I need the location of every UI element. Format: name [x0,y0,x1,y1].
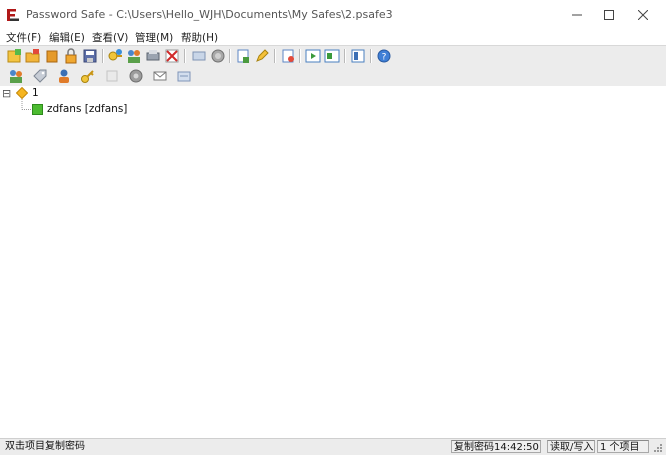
menu-edit[interactable]: 编辑(E) [49,30,85,45]
copy-password-icon[interactable] [191,48,207,64]
tag-icon[interactable] [32,68,48,84]
minimize-icon [572,14,582,16]
group-expander[interactable]: ⊟ [2,87,11,100]
toolbar-separator [344,49,346,63]
email-icon[interactable] [152,68,168,84]
entry-tree: ⊟ 1 zdfans [zdfans] [0,86,666,438]
title-bar: Password Safe - C:\Users\Hello_WJH\Docum… [0,0,666,30]
menu-manage[interactable]: 管理(M) [135,30,173,45]
menu-view[interactable]: 查看(V) [92,30,128,45]
svg-text:?: ? [382,53,387,63]
toolbar-separator [229,49,231,63]
status-count: 1 个项目 [597,440,649,453]
entry-label[interactable]: zdfans [zdfans] [47,103,127,115]
status-hint: 双击项目复制密码 [5,441,85,452]
open-database-icon[interactable] [25,48,41,64]
view-entry-icon[interactable] [145,48,161,64]
toolbar-separator [370,49,372,63]
user-icon[interactable] [56,68,72,84]
expand-all-icon[interactable] [305,48,321,64]
menu-help[interactable]: 帮助(H) [181,30,218,45]
export-icon[interactable] [235,48,251,64]
key-icon[interactable] [80,68,96,84]
group-label[interactable]: 1 [32,87,39,99]
help-icon[interactable]: ? [376,48,392,64]
secondary-toolbar [0,66,666,86]
edit-icon[interactable] [254,48,270,64]
toolbar-separator [299,49,301,63]
autotype-icon[interactable] [176,68,192,84]
find-icon[interactable] [280,48,296,64]
close-button[interactable] [626,0,660,30]
window-title: Password Safe - C:\Users\Hello_WJH\Docum… [26,8,393,21]
menu-file[interactable]: 文件(F) [6,30,41,45]
status-clipboard: 复制密码14:42:50 [451,440,541,453]
add-shortcut-icon[interactable] [8,68,24,84]
maximize-button[interactable] [592,0,626,30]
close-icon [638,10,648,20]
toolbar-separator [184,49,186,63]
save-icon[interactable] [82,48,98,64]
minimize-button[interactable] [560,0,594,30]
status-mode: 读取/写入 [547,440,595,453]
add-entry-icon[interactable] [107,48,123,64]
add-group-icon[interactable] [126,48,142,64]
delete-entry-icon[interactable] [164,48,180,64]
collapse-all-icon[interactable] [324,48,340,64]
close-database-icon[interactable] [44,48,60,64]
browse-url-icon[interactable] [210,48,226,64]
entry-icon [32,104,43,115]
password-safe-logo-icon [7,9,19,21]
maximize-icon [604,10,614,20]
group-folder-icon [16,87,28,99]
toolbar-separator [274,49,276,63]
menu-bar: 文件(F) 编辑(E) 查看(V) 管理(M) 帮助(H) [0,30,666,44]
resize-grip-icon[interactable] [652,442,663,453]
options-icon[interactable] [350,48,366,64]
run-command-icon[interactable] [128,68,144,84]
toolbar-separator [102,49,104,63]
status-bar: 双击项目复制密码 复制密码14:42:50 读取/写入 1 个项目 [0,438,666,455]
lock-database-icon[interactable] [63,48,79,64]
main-toolbar: ? [0,45,666,66]
notes-icon[interactable] [104,68,120,84]
new-database-icon[interactable] [6,48,22,64]
